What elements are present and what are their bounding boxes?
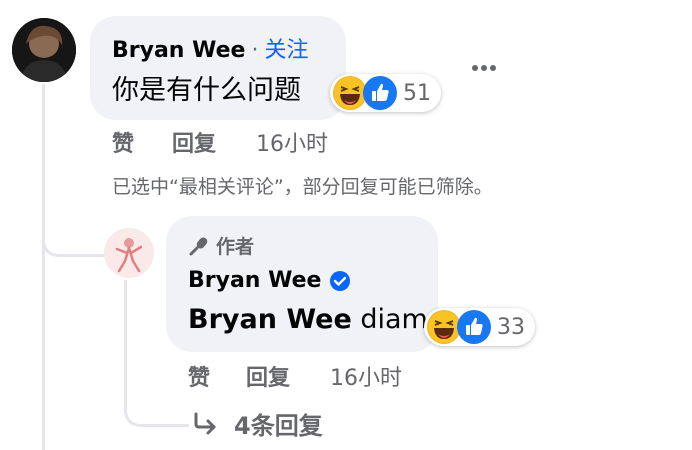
reply-avatar[interactable] [104,228,154,278]
reply-text: Bryan Wee diam [188,304,428,335]
comment-bubble: Bryan Wee · 关注 你是有什么问题 [90,16,346,120]
reply-author[interactable]: Bryan Wee [188,268,321,293]
follow-button[interactable]: 关注 [264,38,308,63]
laugh-icon [427,310,461,344]
reaction-count: 51 [403,80,431,106]
reply-arrow-icon [192,411,220,437]
comment-text: 你是有什么问题 [112,75,301,106]
more-replies-label: 4条回复 [234,412,323,440]
thread-line-reply-connector [124,384,189,427]
separator-dot: · [251,38,259,63]
reply-button[interactable]: 回复 [172,126,216,158]
reply-timestamp[interactable]: 16小时 [330,360,402,392]
thread-line-main [42,84,45,450]
reaction-count: 33 [497,314,525,340]
filter-notice: 已选中“最相关评论”，部分回复可能已筛除。 [112,176,493,198]
reply-reply-button[interactable]: 回复 [246,360,290,392]
reply-like-button[interactable]: 赞 [188,360,210,392]
laugh-icon [333,76,367,110]
avatar-image [12,18,76,82]
reply-reactions[interactable]: 33 [424,308,535,346]
avatar-image [105,229,153,277]
verified-icon [329,270,351,292]
timestamp[interactable]: 16小时 [256,126,328,158]
microphone-icon [188,235,210,257]
reply-header: Bryan Wee [188,268,351,293]
reply-mention[interactable]: Bryan Wee [188,304,352,335]
author-badge: 作者 [188,232,254,259]
more-icon[interactable] [468,60,500,76]
author-badge-label: 作者 [216,236,255,258]
comment-header: Bryan Wee · 关注 [112,32,308,64]
reply-bubble: 作者 Bryan Wee Bryan Wee diam [166,216,438,352]
comment-reactions[interactable]: 51 [330,74,441,112]
more-replies-link[interactable]: 4条回复 [192,406,323,441]
reply-body: diam [351,304,428,335]
like-button[interactable]: 赞 [112,126,134,158]
thread-line-reply [124,280,127,390]
avatar[interactable] [12,18,76,82]
comment-author[interactable]: Bryan Wee [112,38,245,63]
thread-line-connector [42,214,109,257]
like-icon [363,76,397,110]
like-icon [457,310,491,344]
